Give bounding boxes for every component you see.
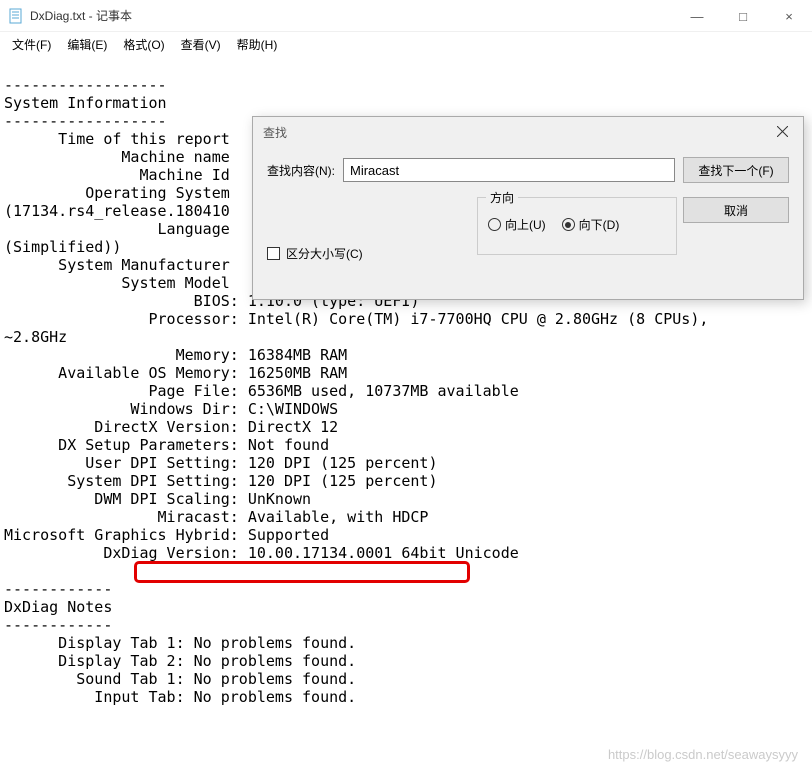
checkbox-icon <box>267 247 280 260</box>
text-line: System Manufacturer <box>4 256 230 274</box>
text-line: Language <box>4 220 230 238</box>
text-line: (Simplified)) <box>4 238 121 256</box>
find-dialog-title: 查找 <box>263 124 762 141</box>
find-cancel-button[interactable]: 取消 <box>683 197 789 223</box>
text-line: ~2.8GHz <box>4 328 67 346</box>
text-line: Time of this report <box>4 130 230 148</box>
text-line: ------------------ <box>4 76 167 94</box>
text-line: DxDiag Notes <box>4 598 112 616</box>
find-next-button[interactable]: 查找下一个(F) <box>683 157 789 183</box>
text-line: Microsoft Graphics Hybrid: Supported <box>4 526 329 544</box>
find-dialog: 查找 查找内容(N): 查找下一个(F) 取消 方向 向上(U) 向下(D) <box>252 116 804 300</box>
find-close-button[interactable] <box>762 117 802 145</box>
radio-down[interactable]: 向下(D) <box>562 216 620 233</box>
radio-icon <box>562 218 575 231</box>
text-line: Memory: 16384MB RAM <box>4 346 347 364</box>
menu-file[interactable]: 文件(F) <box>4 34 59 55</box>
direction-label: 方向 <box>486 189 518 206</box>
text-line: Display Tab 2: No problems found. <box>4 652 356 670</box>
text-line: DxDiag Version: 10.00.17134.0001 64bit U… <box>4 544 519 562</box>
notepad-icon <box>8 8 24 24</box>
text-line: Display Tab 1: No problems found. <box>4 634 356 652</box>
radio-up-label: 向上(U) <box>505 216 546 233</box>
window-controls: — □ × <box>674 0 812 31</box>
text-line: DirectX Version: DirectX 12 <box>4 418 338 436</box>
text-line: System Information <box>4 94 167 112</box>
close-button[interactable]: × <box>766 0 812 32</box>
text-line: Sound Tab 1: No problems found. <box>4 670 356 688</box>
text-line: Machine Id <box>4 166 230 184</box>
find-titlebar: 查找 <box>253 117 803 147</box>
text-line: Machine name <box>4 148 230 166</box>
radio-icon <box>488 218 501 231</box>
menu-edit[interactable]: 编辑(E) <box>59 34 115 55</box>
text-line: Input Tab: No problems found. <box>4 688 356 706</box>
direction-group: 方向 向上(U) 向下(D) <box>477 197 677 255</box>
text-line: Windows Dir: C:\WINDOWS <box>4 400 338 418</box>
text-line: System Model <box>4 274 230 292</box>
find-input[interactable] <box>343 158 675 182</box>
text-line: System DPI Setting: 120 DPI (125 percent… <box>4 472 437 490</box>
find-content-label: 查找内容(N): <box>267 162 335 179</box>
maximize-button[interactable]: □ <box>720 0 766 32</box>
text-line: Available OS Memory: 16250MB RAM <box>4 364 347 382</box>
text-line: ------------ <box>4 580 112 598</box>
menu-help[interactable]: 帮助(H) <box>229 34 286 55</box>
menubar: 文件(F) 编辑(E) 格式(O) 查看(V) 帮助(H) <box>0 32 812 56</box>
text-line: DWM DPI Scaling: UnKnown <box>4 490 311 508</box>
menu-format[interactable]: 格式(O) <box>115 34 172 55</box>
text-line: User DPI Setting: 120 DPI (125 percent) <box>4 454 437 472</box>
match-case-label: 区分大小写(C) <box>286 245 363 262</box>
minimize-button[interactable]: — <box>674 0 720 32</box>
text-line: Processor: Intel(R) Core(TM) i7-7700HQ C… <box>4 310 708 328</box>
text-line: Miracast: Available, with HDCP <box>4 508 428 526</box>
radio-down-label: 向下(D) <box>579 216 620 233</box>
text-line: (17134.rs4_release.180410 <box>4 202 230 220</box>
window-title: DxDiag.txt - 记事本 <box>30 7 674 24</box>
text-line: ------------ <box>4 616 112 634</box>
text-line: Page File: 6536MB used, 10737MB availabl… <box>4 382 519 400</box>
radio-up[interactable]: 向上(U) <box>488 216 546 233</box>
match-case-checkbox[interactable]: 区分大小写(C) <box>267 245 363 262</box>
text-line: Operating System <box>4 184 230 202</box>
menu-view[interactable]: 查看(V) <box>173 34 229 55</box>
text-line: ------------------ <box>4 112 167 130</box>
watermark: https://blog.csdn.net/seawaysyyy <box>608 747 798 762</box>
window-titlebar: DxDiag.txt - 记事本 — □ × <box>0 0 812 32</box>
text-line: DX Setup Parameters: Not found <box>4 436 329 454</box>
